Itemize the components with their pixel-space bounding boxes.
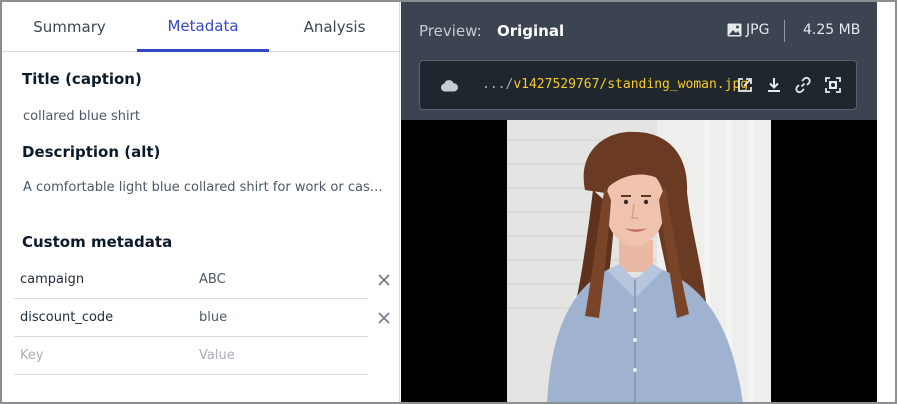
custom-metadata-heading: Custom metadata — [22, 233, 173, 251]
open-external-icon[interactable] — [736, 76, 754, 94]
cloud-icon — [440, 80, 458, 92]
tab-metadata[interactable]: Metadata — [137, 2, 269, 52]
preview-header: Preview: Original JPG 4.25 MB .../v14275… — [401, 2, 877, 120]
metadata-value[interactable]: ABC — [199, 272, 226, 287]
preview-panel: Preview: Original JPG 4.25 MB .../v14275… — [401, 2, 877, 402]
description-value[interactable]: A comfortable light blue collared shirt … — [23, 180, 383, 195]
tab-bar: Summary Metadata Analysis — [2, 2, 400, 52]
details-panel: Summary Metadata Analysis Title (caption… — [2, 2, 400, 402]
url-prefix: .../ — [482, 77, 514, 92]
url-path: v1427529767/standing_woman.jpg — [513, 77, 749, 92]
metadata-value[interactable]: blue — [199, 310, 227, 325]
download-icon[interactable] — [765, 76, 783, 94]
title-value[interactable]: collared blue shirt — [23, 109, 383, 124]
tab-analysis-label: Analysis — [303, 18, 366, 36]
tab-summary-label: Summary — [33, 18, 106, 36]
key-input[interactable]: Key — [20, 348, 44, 363]
asset-preview-image — [507, 120, 771, 402]
divider — [784, 20, 785, 42]
tab-metadata-label: Metadata — [167, 16, 239, 35]
metadata-row: discount_code blue — [14, 299, 368, 337]
window-edge — [877, 2, 895, 402]
format-text: JPG — [746, 22, 770, 38]
description-heading: Description (alt) — [22, 143, 161, 161]
tab-summary[interactable]: Summary — [2, 2, 137, 52]
asset-url[interactable]: .../v1427529767/standing_woman.jpg — [482, 77, 748, 92]
preview-label: Preview: — [419, 22, 482, 40]
asset-details-window: Summary Metadata Analysis Title (caption… — [0, 0, 897, 404]
preview-mode[interactable]: Original — [497, 22, 564, 40]
new-metadata-row: Key Value — [14, 337, 368, 375]
close-icon[interactable] — [376, 272, 392, 288]
photo-illustration — [507, 120, 771, 402]
format-badge: JPG — [727, 22, 769, 38]
metadata-key[interactable]: discount_code — [20, 310, 113, 325]
tab-analysis[interactable]: Analysis — [269, 2, 400, 52]
title-heading: Title (caption) — [22, 70, 142, 88]
image-icon — [727, 23, 742, 37]
value-input[interactable]: Value — [199, 348, 235, 363]
focus-frame-icon[interactable] — [824, 76, 842, 94]
close-icon[interactable] — [376, 310, 392, 326]
metadata-key[interactable]: campaign — [20, 272, 84, 287]
link-icon[interactable] — [794, 76, 812, 94]
metadata-row: campaign ABC — [14, 261, 368, 299]
file-size: 4.25 MB — [803, 22, 861, 38]
url-bar: .../v1427529767/standing_woman.jpg — [419, 60, 857, 110]
